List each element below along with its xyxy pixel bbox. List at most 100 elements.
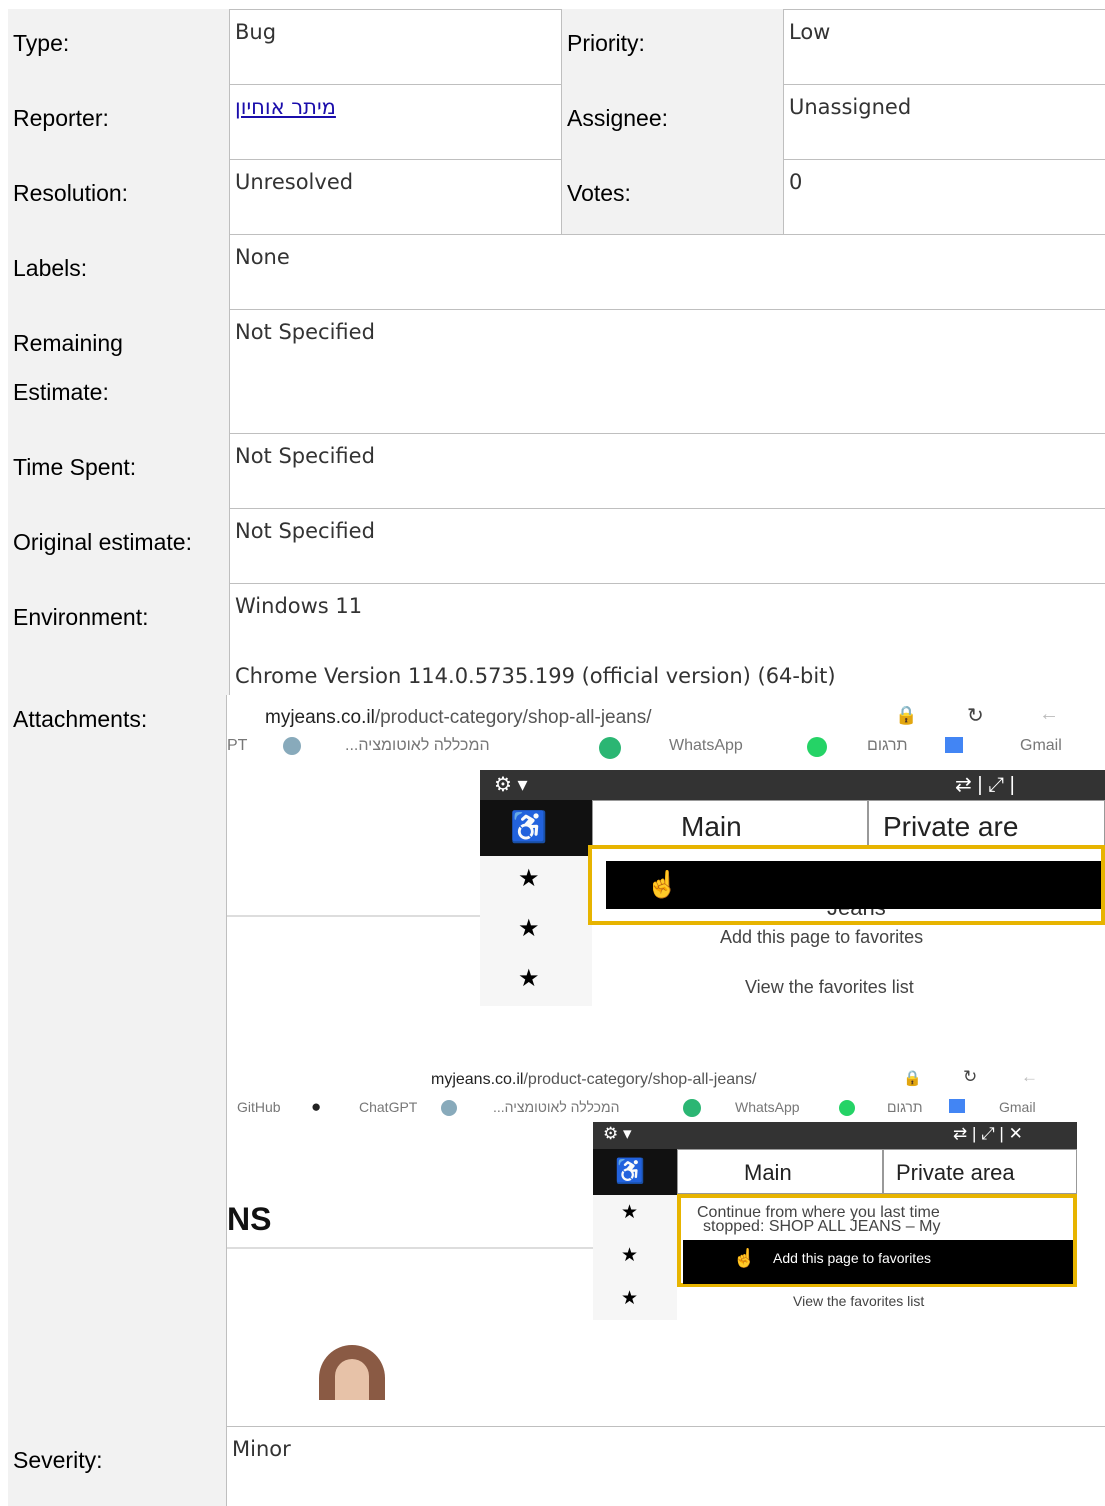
star-icon[interactable]: ★ — [621, 1244, 638, 1267]
gear-icon[interactable]: ⚙ ▾ — [603, 1124, 632, 1144]
tab-main[interactable]: Main — [677, 1149, 883, 1194]
highlight-box: Continue from where you last time stoppe… — [677, 1194, 1077, 1287]
priority-label: Priority: — [562, 9, 784, 84]
environment-line-os: Windows 11 — [235, 594, 363, 618]
labels-label: Labels: — [8, 234, 230, 309]
view-favorites-link[interactable]: View the favorites list — [793, 1293, 924, 1309]
accessibility-button[interactable]: ♿ — [593, 1149, 677, 1195]
tab-private[interactable]: Private are — [868, 800, 1105, 847]
swap-icon[interactable]: ⇄ | ⤢ | ✕ — [953, 1124, 1023, 1144]
labels-value-text: None — [235, 245, 290, 269]
model-face — [335, 1359, 369, 1400]
star-icon[interactable]: ★ — [621, 1287, 638, 1310]
add-favorites-link[interactable]: Add this page to favorites — [720, 927, 923, 948]
url-domain: myjeans.co.il — [431, 1071, 524, 1088]
attachment-screenshot-2[interactable]: myjeans.co.il/product-category/shop-all-… — [227, 1065, 1105, 1400]
tab-private[interactable]: Private area — [883, 1149, 1077, 1194]
tab-main[interactable]: Main — [592, 800, 868, 847]
bookmark-item: Gmail — [1020, 737, 1062, 754]
resolution-value-text: Unresolved — [235, 170, 354, 194]
bookmark-item: תרגום — [867, 737, 908, 754]
highlighted-menu-item[interactable]: ☝ Add this page to favorites — [683, 1240, 1073, 1284]
bookmark-item: ...המכללה לאוטומציה — [345, 737, 490, 754]
resolution-value: Unresolved — [230, 159, 562, 234]
chatgpt-icon — [441, 1099, 457, 1117]
reporter-link[interactable]: מיתר אוחיון — [235, 94, 336, 120]
table-row: Severity: Minor — [8, 1426, 1105, 1506]
accessibility-button[interactable]: ♿ — [480, 800, 592, 856]
page-divider — [227, 915, 480, 917]
time-spent-label: Time Spent: — [8, 433, 230, 508]
reporter-label: Reporter: — [8, 84, 230, 159]
accessibility-panel-header: ⚙ ▾ ⇄ | ⤢ | ✕ — [593, 1122, 1077, 1149]
hand-pointer-icon: ☝ — [646, 869, 679, 899]
time-spent-value: Not Specified — [230, 433, 1105, 508]
labels-value: None — [230, 234, 1105, 309]
star-icon[interactable]: ★ — [518, 964, 540, 993]
assignee-value: Unassigned — [784, 84, 1105, 159]
address-bar-url: myjeans.co.il/product-category/shop-all-… — [431, 1071, 757, 1089]
star-icon[interactable]: ★ — [518, 864, 540, 893]
severity-label: Severity: — [8, 1426, 227, 1506]
view-favorites-link[interactable]: View the favorites list — [745, 977, 914, 998]
bookmark-item: WhatsApp — [669, 737, 743, 754]
lock-icon: 🔒 — [895, 705, 918, 725]
tab-private-label: Private are — [883, 811, 1019, 842]
github-icon: ● — [311, 1097, 322, 1116]
bookmark-item: GitHub — [237, 1099, 281, 1115]
bookmark-icon — [599, 737, 621, 759]
translate-icon — [949, 1099, 965, 1118]
continue-text-line2: stopped: SHOP ALL JEANS – My — [703, 1218, 941, 1235]
reporter-value: מיתר אוחיון — [230, 84, 562, 159]
original-estimate-value-text: Not Specified — [235, 519, 375, 543]
type-label: Type: — [8, 9, 230, 84]
table-row: Attachments: myjeans.co.il/product-categ… — [8, 695, 1105, 1427]
assignee-label: Assignee: — [562, 84, 784, 159]
severity-value-text: Minor — [232, 1437, 291, 1461]
bookmark-item: PT — [227, 737, 248, 754]
resolution-label: Resolution: — [8, 159, 230, 234]
table-row: Time Spent: Not Specified — [8, 433, 1105, 509]
highlight-box: ☝ — [588, 845, 1105, 925]
accessibility-icon: ♿ — [615, 1158, 645, 1185]
add-favorites-link[interactable]: Add this page to favorites — [773, 1250, 931, 1266]
attachment-screenshot-1[interactable]: myjeans.co.il/product-category/shop-all-… — [227, 695, 1105, 1025]
tab-main-label: Main — [681, 811, 742, 842]
accessibility-icon: ♿ — [510, 811, 548, 844]
table-row: Original estimate: Not Specified — [8, 508, 1105, 584]
tab-private-label: Private area — [896, 1160, 1015, 1185]
remaining-estimate-label-line1: Remaining — [13, 330, 123, 356]
favorites-star-column: ★ ★ ★ — [593, 1195, 677, 1320]
votes-value: 0 — [784, 159, 1105, 234]
bookmark-item: Gmail — [999, 1099, 1036, 1115]
remaining-estimate-value: Not Specified — [230, 309, 1105, 433]
attachments-value: myjeans.co.il/product-category/shop-all-… — [227, 695, 1105, 1426]
gear-icon[interactable]: ⚙ ▾ — [494, 772, 528, 797]
star-icon[interactable]: ★ — [621, 1201, 638, 1224]
bookmark-item: ChatGPT — [359, 1099, 418, 1115]
attachments-label-text: Attachments: — [13, 706, 148, 732]
bookmark-item: ...המכללה לאוטומציה — [493, 1099, 620, 1115]
type-value-text: Bug — [235, 20, 277, 44]
star-icon[interactable]: ★ — [518, 914, 540, 943]
original-estimate-value: Not Specified — [230, 508, 1105, 583]
reload-icon: ↻ — [963, 1067, 978, 1086]
chatgpt-icon — [283, 737, 301, 755]
page-heading-fragment: NS — [227, 1201, 272, 1237]
model-photo-thumbnail — [319, 1345, 385, 1400]
back-arrow-icon: ← — [1021, 1067, 1038, 1086]
hand-pointer-icon: ☝ — [733, 1248, 756, 1268]
table-row: Environment: Windows 11 Chrome Version 1… — [8, 583, 1105, 696]
swap-icon[interactable]: ⇄ | ⤢ | — [955, 772, 1015, 797]
highlighted-menu-item[interactable]: ☝ — [606, 861, 1101, 909]
priority-value: Low — [784, 9, 1105, 84]
url-path: /product-category/shop-all-jeans/ — [374, 707, 652, 728]
votes-label: Votes: — [562, 159, 784, 234]
severity-value: Minor — [227, 1426, 1105, 1506]
attachments-label: Attachments: — [8, 695, 227, 1426]
whatsapp-icon — [839, 1099, 855, 1117]
assignee-value-text: Unassigned — [789, 95, 912, 119]
remaining-estimate-label-line2: Estimate: — [13, 379, 109, 405]
table-row: Resolution: Unresolved Votes: 0 — [8, 159, 1105, 235]
votes-value-text: 0 — [789, 170, 803, 194]
